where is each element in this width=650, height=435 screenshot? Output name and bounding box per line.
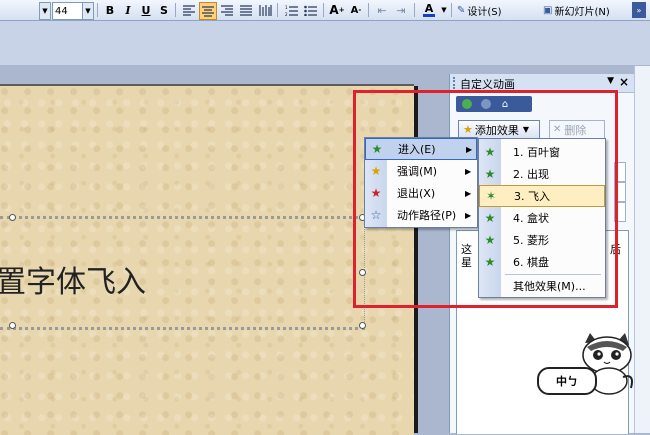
new-slide-icon: ▣ xyxy=(543,4,553,16)
font-size-value: 44 xyxy=(55,5,68,17)
justify-icon[interactable] xyxy=(238,2,254,18)
increase-font-button[interactable]: A + xyxy=(329,2,345,18)
font-color-letter: A xyxy=(424,1,434,15)
numbering-icon[interactable]: 12 xyxy=(283,2,299,18)
new-slide-label: 新幻灯片(N) xyxy=(554,6,610,18)
bold-button[interactable]: B xyxy=(102,2,118,18)
decrease-indent-icon[interactable]: ⇤ xyxy=(374,2,390,18)
font-color-swatch xyxy=(423,13,435,17)
align-center-icon-svg xyxy=(202,5,214,17)
decrease-font-label: A xyxy=(350,4,359,16)
close-icon[interactable]: × xyxy=(619,75,629,89)
font-size-dropdown-button[interactable]: ▼ xyxy=(82,2,94,20)
design-button[interactable]: ✎ 设计(S) xyxy=(457,2,502,18)
grip-icon[interactable] xyxy=(453,77,457,89)
sticker-speech-bubble: 中ㄅ xyxy=(537,367,597,395)
shadow-button[interactable]: S xyxy=(156,2,172,18)
svg-text:1: 1 xyxy=(285,5,288,10)
slide-title-text[interactable]: 置字体飞入 xyxy=(0,257,146,301)
bullets-icon-svg xyxy=(303,5,317,16)
align-left-icon-svg xyxy=(183,4,195,16)
distribute-icon[interactable] xyxy=(257,2,273,18)
svg-text:2: 2 xyxy=(285,12,288,16)
increase-indent-icon[interactable]: ⇥ xyxy=(393,2,409,18)
align-left-icon[interactable] xyxy=(181,2,197,18)
resize-handle[interactable] xyxy=(9,214,16,221)
annotation-highlight-box xyxy=(353,90,618,308)
font-color-button[interactable]: A xyxy=(420,2,438,18)
distribute-icon-svg xyxy=(258,4,272,16)
design-label: 设计(S) xyxy=(467,6,502,18)
font-color-dropdown-icon[interactable]: ▼ xyxy=(440,2,448,18)
decrease-font-button[interactable]: A- xyxy=(348,2,364,18)
toolbar-band xyxy=(0,21,650,65)
new-slide-button[interactable]: ▣ 新幻灯片(N) xyxy=(543,2,610,18)
align-right-icon[interactable] xyxy=(219,2,235,18)
pane-menu-dropdown-icon[interactable]: ▼ xyxy=(607,76,614,86)
cat-sticker: 中ㄅ xyxy=(535,333,637,399)
justify-icon-svg xyxy=(240,4,252,16)
align-center-icon[interactable] xyxy=(199,2,217,20)
toolbar-options-icon[interactable]: » xyxy=(632,2,646,18)
numbering-icon-svg: 12 xyxy=(285,5,298,16)
italic-button[interactable]: I xyxy=(120,2,136,18)
design-icon: ✎ xyxy=(457,4,466,16)
bullets-icon[interactable] xyxy=(302,2,318,18)
resize-handle[interactable] xyxy=(359,322,366,329)
resize-handle[interactable] xyxy=(9,322,16,329)
align-right-icon-svg xyxy=(221,4,233,16)
font-size-combo[interactable]: 44 xyxy=(52,2,84,20)
font-name-dropdown-button[interactable]: ▼ xyxy=(39,2,51,20)
underline-button[interactable]: U xyxy=(138,2,154,18)
increase-font-label: A xyxy=(329,3,339,17)
formatting-toolbar: ▼ 44 ▼ B I U S 12 A + A- ⇤ ⇥ A ▼ ✎ 设计(S)… xyxy=(0,0,650,21)
